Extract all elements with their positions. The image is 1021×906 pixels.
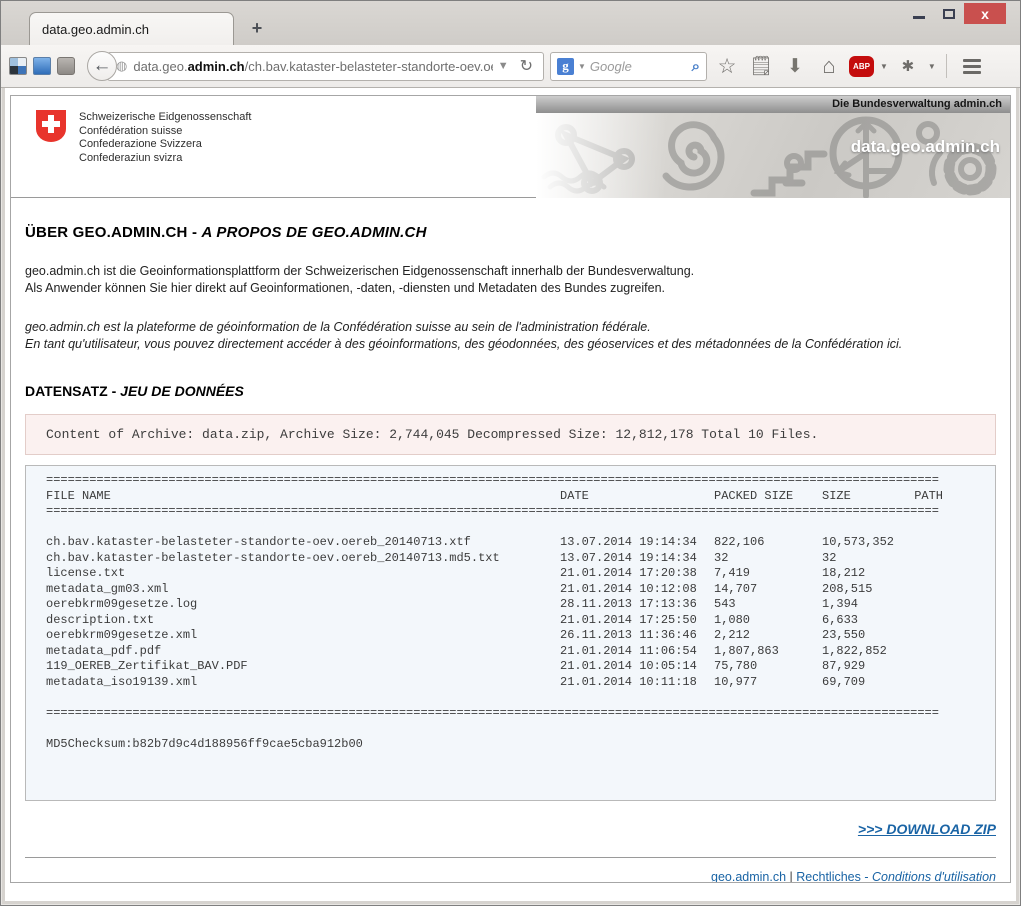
home-icon[interactable]: ⌂	[815, 53, 843, 79]
confederation-logo: Schweizerische Eidgenossenschaft Confédé…	[35, 109, 251, 165]
toolbar-divider	[946, 54, 947, 78]
reload-icon[interactable]: ↻	[514, 56, 539, 76]
app-shortcut-icon-1[interactable]	[9, 57, 27, 75]
window-controls: x	[904, 3, 1006, 24]
header-banner: Die Bundesverwaltung admin.ch	[536, 96, 1010, 198]
conditions-link[interactable]: Conditions d'utilisation	[872, 870, 996, 883]
bookmark-star-icon[interactable]: ☆	[713, 54, 741, 79]
close-button[interactable]: x	[964, 3, 1006, 24]
back-button[interactable]: ←	[87, 51, 117, 81]
browser-window: data.geo.admin.ch + x ← ◍ data.geo.admin…	[0, 0, 1021, 906]
file-row: metadata_gm03.xml21.01.2014 10:12:0814,7…	[46, 582, 943, 598]
separator-line: ========================================…	[46, 504, 946, 520]
file-row: oerebkrm09gesetze.xml26.11.2013 11:36:46…	[46, 628, 943, 644]
app-shortcut-icon-2[interactable]	[33, 57, 51, 75]
navigation-toolbar: ← ◍ data.geo.admin.ch/ch.bav.kataster-be…	[1, 45, 1020, 88]
search-box[interactable]: g ▼ ⌕	[550, 52, 707, 81]
url-text[interactable]: data.geo.admin.ch/ch.bav.kataster-belast…	[133, 59, 492, 74]
table-header-row: FILE NAMEDATEPACKED SIZESIZEPATH	[46, 489, 943, 505]
search-input[interactable]	[590, 59, 670, 74]
downloads-icon[interactable]: ⬇	[781, 55, 809, 78]
file-row: 119_OEREB_Zertifikat_BAV.PDF21.01.2014 1…	[46, 659, 943, 675]
banner-site-title: data.geo.admin.ch	[851, 137, 1000, 157]
tab-title: data.geo.admin.ch	[42, 22, 149, 37]
file-row: metadata_iso19139.xml21.01.2014 10:11:18…	[46, 675, 943, 691]
file-row: oerebkrm09gesetze.log28.11.2013 17:13:36…	[46, 597, 943, 613]
download-zip-link[interactable]: >>> DOWNLOAD ZIP	[858, 821, 996, 837]
rechtliches-link[interactable]: Rechtliches	[796, 870, 861, 883]
site-container: Schweizerische Eidgenossenschaft Confédé…	[10, 95, 1011, 883]
adblock-plus-icon[interactable]: ABP	[849, 56, 874, 77]
dataset-heading: DATENSATZ - JEU DE DONNÉES	[25, 383, 996, 399]
file-row: ch.bav.kataster-belasteter-standorte-oev…	[46, 551, 943, 567]
file-row: ch.bav.kataster-belasteter-standorte-oev…	[46, 535, 943, 551]
banner-collage-image: data.geo.admin.ch	[536, 113, 1010, 198]
download-row: >>> DOWNLOAD ZIP	[25, 821, 996, 839]
swiss-shield-icon	[35, 109, 67, 143]
file-rows: ch.bav.kataster-belasteter-standorte-oev…	[46, 535, 975, 690]
file-row: metadata_pdf.pdf21.01.2014 11:06:541,807…	[46, 644, 943, 660]
about-paragraph-fr: geo.admin.ch est la plateforme de géoinf…	[25, 319, 996, 353]
adblock-dropdown-icon[interactable]: ▼	[880, 62, 888, 71]
site-header: Schweizerische Eidgenossenschaft Confédé…	[11, 96, 1010, 198]
about-heading: ÜBER GEO.ADMIN.CH - A PROPOS DE GEO.ADMI…	[25, 224, 996, 241]
browser-tab[interactable]: data.geo.admin.ch	[29, 12, 234, 45]
search-engine-dropdown-icon[interactable]: ▼	[578, 62, 586, 71]
url-bar[interactable]: ◍ data.geo.admin.ch/ch.bav.kataster-bela…	[107, 52, 544, 81]
page-content: ÜBER GEO.ADMIN.CH - A PROPOS DE GEO.ADMI…	[11, 224, 1010, 883]
page-viewport: Schweizerische Eidgenossenschaft Confédé…	[5, 88, 1016, 901]
new-tab-button[interactable]: +	[244, 16, 270, 40]
titlebar: data.geo.admin.ch + x	[1, 1, 1020, 45]
bundesverwaltung-bar[interactable]: Die Bundesverwaltung admin.ch	[536, 96, 1010, 113]
back-arrow-icon: ←	[93, 55, 112, 77]
separator-line: ========================================…	[46, 473, 946, 489]
geoadmin-link[interactable]: geo.admin.ch	[711, 870, 786, 883]
bookmarks-menu-icon[interactable]: 🗒	[747, 54, 775, 78]
file-row: license.txt21.01.2014 17:20:387,41918,21…	[46, 566, 943, 582]
file-row: description.txt21.01.2014 17:25:501,0806…	[46, 613, 943, 629]
footer-links: geo.admin.ch | Rechtliches - Conditions …	[25, 870, 996, 883]
archive-summary-box: Content of Archive: data.zip, Archive Si…	[25, 414, 996, 455]
site-globe-icon: ◍	[116, 58, 127, 74]
search-engine-icon[interactable]: g	[557, 58, 574, 75]
app-shortcut-icon-3[interactable]	[57, 57, 75, 75]
about-paragraph-de: geo.admin.ch ist die Geoinformationsplat…	[25, 263, 996, 297]
file-listing-box: ========================================…	[25, 465, 996, 801]
bug-extension-icon[interactable]: ✱	[894, 57, 922, 75]
maximize-button[interactable]	[934, 3, 964, 24]
footer-divider	[25, 857, 996, 858]
search-icon[interactable]: ⌕	[692, 58, 700, 75]
confederation-logo-text: Schweizerische Eidgenossenschaft Confédé…	[79, 109, 251, 165]
extension-dropdown-icon[interactable]: ▼	[928, 62, 936, 71]
separator-line: ========================================…	[46, 706, 946, 722]
minimize-button[interactable]	[904, 3, 934, 24]
menu-icon[interactable]	[957, 59, 987, 74]
md5-checksum: MD5Checksum:b82b7d9c4d188956ff9cae5cba91…	[46, 737, 946, 753]
url-dropdown-icon[interactable]: ▼	[493, 60, 514, 72]
banner-fade	[536, 113, 666, 198]
